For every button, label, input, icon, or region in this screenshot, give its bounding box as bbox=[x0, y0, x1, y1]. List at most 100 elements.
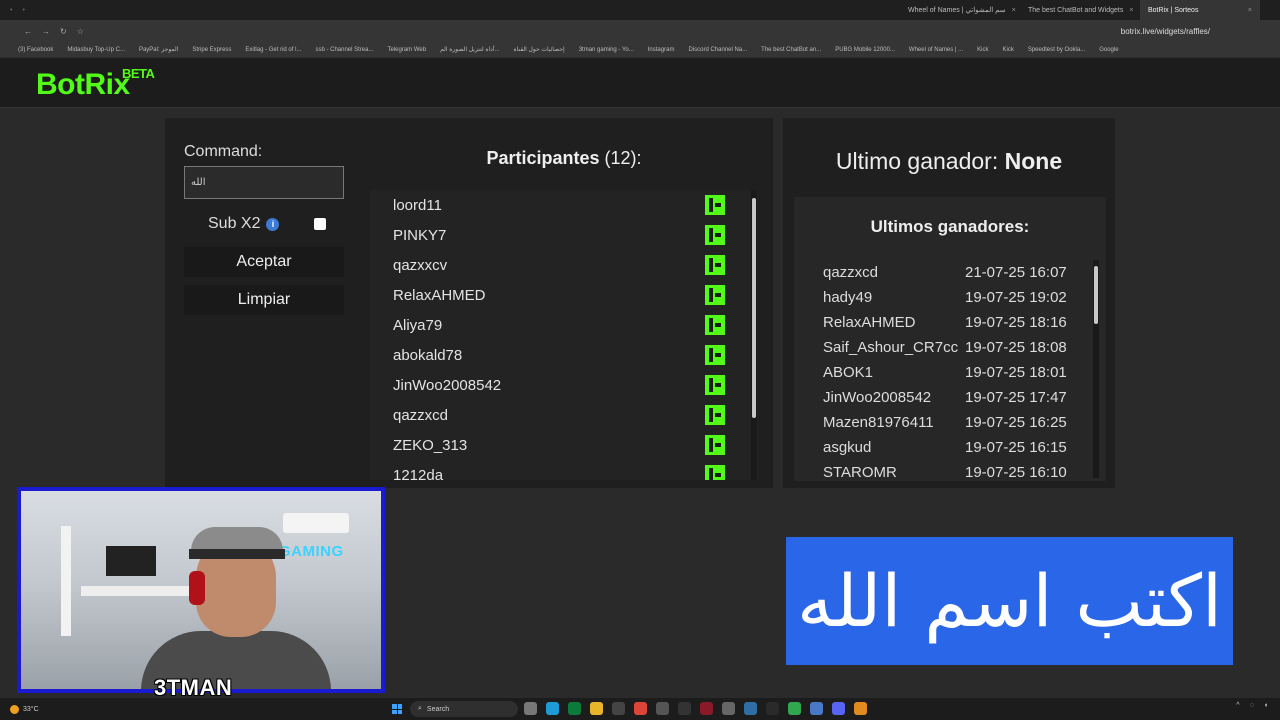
command-input[interactable]: الله bbox=[184, 166, 344, 199]
bookmark-item[interactable]: PUBG Mobile 12000... bbox=[835, 47, 895, 53]
bookmark-item[interactable]: Google bbox=[1099, 47, 1118, 53]
bookmark-item[interactable]: 3tman gaming - Yo... bbox=[579, 47, 634, 53]
chevron-up-icon[interactable]: ^ bbox=[1236, 702, 1239, 709]
app-icon[interactable] bbox=[612, 702, 625, 715]
volume-icon[interactable]: ◖ bbox=[1264, 702, 1268, 709]
kick-icon bbox=[705, 285, 725, 305]
kick-icon bbox=[705, 465, 725, 480]
back-icon[interactable]: ← bbox=[24, 27, 32, 36]
browser-tab-active[interactable]: BotRix | Sorteos × bbox=[1140, 0, 1260, 20]
scroll-thumb[interactable] bbox=[1094, 266, 1098, 324]
participant-row: PINKY7 bbox=[370, 220, 758, 250]
winner-row: hady49 19-07-25 19:02 bbox=[823, 289, 1067, 306]
kick-icon bbox=[705, 255, 725, 275]
bookmark-item[interactable]: Wheel of Names | ... bbox=[909, 47, 963, 53]
chrome-icon[interactable] bbox=[634, 702, 647, 715]
participant-row: qazxxcv bbox=[370, 250, 758, 280]
app-icon[interactable] bbox=[810, 702, 823, 715]
botrix-logo[interactable]: BotRix BETA bbox=[36, 66, 155, 102]
app-icon[interactable] bbox=[656, 702, 669, 715]
kick-icon bbox=[705, 225, 725, 245]
kick-icon bbox=[705, 345, 725, 365]
scroll-thumb[interactable] bbox=[752, 198, 756, 418]
bookmark-item[interactable]: Instagram bbox=[648, 47, 675, 53]
bookmark-item[interactable]: Exitlag - Get rid of l... bbox=[245, 47, 301, 53]
accept-button[interactable]: Aceptar bbox=[184, 247, 344, 277]
app-icon[interactable] bbox=[854, 702, 867, 715]
folder-icon[interactable] bbox=[590, 702, 603, 715]
winners-scrollbar[interactable] bbox=[1093, 260, 1099, 478]
taskbar-search[interactable]: ⌕ Search bbox=[410, 701, 518, 717]
winner-row: qazzxcd 21-07-25 16:07 bbox=[823, 264, 1067, 281]
browser-tab[interactable]: Wheel of Names | سم المشواتي × bbox=[900, 0, 1020, 20]
winner-row: RelaxAHMED 19-07-25 18:16 bbox=[823, 314, 1067, 331]
info-icon[interactable]: i bbox=[266, 217, 280, 231]
winner-row: Saif_Ashour_CR7cc 19-07-25 18:08 bbox=[823, 339, 1067, 356]
bookmark-item[interactable]: Midasbuy Top-Up C... bbox=[67, 47, 125, 53]
bookmark-item[interactable]: Speedtest by Ookla... bbox=[1028, 47, 1085, 53]
participants-scrollbar[interactable] bbox=[751, 190, 757, 480]
participant-row: abokald78 bbox=[370, 340, 758, 370]
close-icon[interactable]: × bbox=[1248, 7, 1252, 14]
system-tray: ^ ◌ ◖ bbox=[1236, 702, 1268, 709]
window-controls: • • bbox=[10, 6, 25, 14]
app-icon[interactable] bbox=[788, 702, 801, 715]
weather-widget[interactable]: 33°C bbox=[0, 704, 60, 714]
winner-row: STAROMR 19-07-25 16:10 bbox=[823, 464, 1067, 478]
sub-x2-checkbox[interactable] bbox=[314, 218, 326, 230]
bookmark-item[interactable]: Kick bbox=[1003, 47, 1014, 53]
room-tv bbox=[106, 546, 156, 576]
participant-row: RelaxAHMED bbox=[370, 280, 758, 310]
kick-icon bbox=[705, 195, 725, 215]
app-icon[interactable] bbox=[744, 702, 757, 715]
bookmark-item[interactable]: PayPal: الموجز bbox=[139, 46, 178, 53]
webcam-overlay: GAMING bbox=[17, 487, 385, 693]
participant-row: ZEKO_313 bbox=[370, 430, 758, 460]
windows-start-icon[interactable] bbox=[392, 704, 402, 714]
winner-row: Mazen81976411 19-07-25 16:25 bbox=[823, 414, 1067, 431]
bookmark-item[interactable]: Discord Channel Na... bbox=[688, 47, 747, 53]
winners-list: qazzxcd 21-07-25 16:07 hady49 19-07-25 19:… bbox=[823, 260, 1093, 478]
bookmark-item[interactable]: Kick bbox=[977, 47, 988, 53]
nav-buttons: ← → ↻ ☆ bbox=[0, 27, 140, 36]
bookmark-item[interactable]: إحصائيات حول القناة bbox=[514, 46, 565, 53]
bookmark-item[interactable]: The best ChatBot an... bbox=[761, 47, 821, 53]
sub-x2-label: Sub X2 i bbox=[208, 215, 280, 233]
discord-icon[interactable] bbox=[832, 702, 845, 715]
url-field[interactable]: botrix.live/widgets/raffles/ bbox=[1121, 27, 1210, 36]
bookmark-item[interactable]: ssb - Channel Strea... bbox=[315, 47, 373, 53]
participant-row: JinWoo2008542 bbox=[370, 370, 758, 400]
headphone-icon bbox=[189, 571, 205, 605]
participant-row: 1212da bbox=[370, 460, 758, 480]
room-ac bbox=[283, 513, 349, 533]
bookmark-item[interactable]: Stripe Express bbox=[192, 47, 231, 53]
address-bar: ← → ↻ ☆ botrix.live/widgets/raffles/ bbox=[0, 20, 1280, 42]
kick-icon bbox=[705, 375, 725, 395]
close-icon[interactable]: × bbox=[1129, 7, 1133, 14]
bookmark-item[interactable]: أداة لتنزيل الصورة الم... bbox=[440, 46, 499, 53]
participants-list: loord11 PINKY7 qazxxcv RelaxAHMED Aliya7… bbox=[370, 190, 758, 480]
clear-button[interactable]: Limpiar bbox=[184, 285, 344, 315]
participant-row: loord11 bbox=[370, 190, 758, 220]
close-icon[interactable]: × bbox=[1012, 7, 1016, 14]
forward-icon[interactable]: → bbox=[42, 27, 50, 36]
reload-icon[interactable]: ↻ bbox=[60, 27, 67, 36]
edge-icon[interactable] bbox=[546, 702, 559, 715]
browser-tabbar: • • Wheel of Names | سم المشواتي × The bes… bbox=[0, 0, 1280, 20]
bookmark-item[interactable]: Telegram Web bbox=[387, 47, 426, 53]
winners-title: Ultimos ganadores: bbox=[870, 217, 1030, 236]
app-icon[interactable] bbox=[700, 702, 713, 715]
app-icon[interactable] bbox=[678, 702, 691, 715]
explorer-icon[interactable] bbox=[524, 702, 537, 715]
winner-row: JinWoo2008542 19-07-25 17:47 bbox=[823, 389, 1067, 406]
bookmark-item[interactable]: (3) Facebook bbox=[18, 47, 53, 53]
browser-tab[interactable]: The best ChatBot and Widgets × bbox=[1020, 0, 1140, 20]
search-icon: ⌕ bbox=[418, 705, 422, 712]
app-icon[interactable] bbox=[568, 702, 581, 715]
network-icon[interactable]: ◌ bbox=[1250, 702, 1254, 709]
last-winner: Ultimo ganador: None bbox=[835, 148, 1063, 174]
app-icon[interactable] bbox=[766, 702, 779, 715]
app-icon[interactable] bbox=[722, 702, 735, 715]
star-icon[interactable]: ☆ bbox=[77, 27, 84, 36]
app-header: BotRix BETA bbox=[0, 58, 1280, 108]
